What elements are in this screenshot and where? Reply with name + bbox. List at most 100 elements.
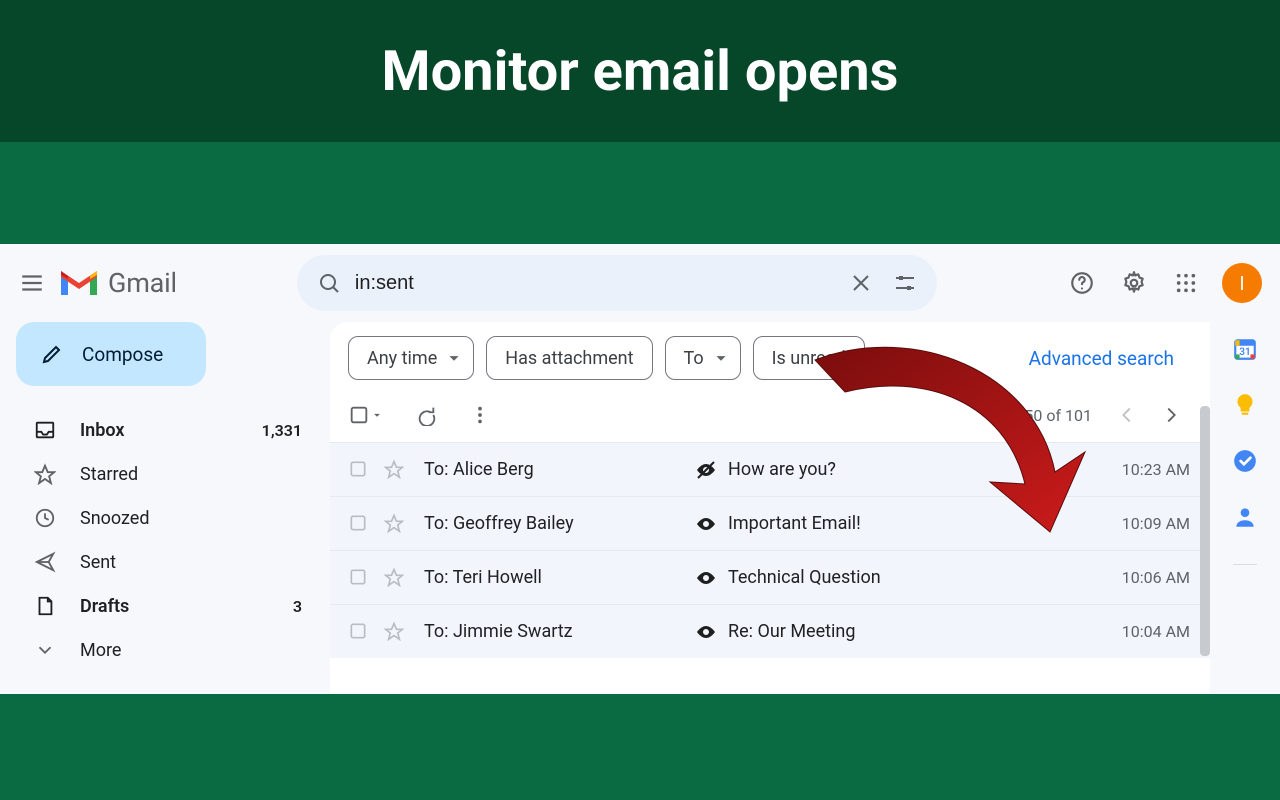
checkbox-icon xyxy=(348,567,368,587)
gmail-logo-icon xyxy=(58,267,100,299)
row-time: 10:06 AM xyxy=(1122,568,1190,587)
close-icon xyxy=(849,271,873,295)
hamburger-icon xyxy=(19,270,45,296)
star-icon xyxy=(384,621,404,641)
search-container xyxy=(297,255,937,311)
mail-row[interactable]: To: Teri Howell Technical Question 10:06… xyxy=(330,550,1210,604)
filter-row: Any time Has attachment To Is unread Adv… xyxy=(330,322,1210,388)
header-right: I xyxy=(1058,259,1262,307)
nav-label: Starred xyxy=(80,464,302,485)
filter-has-attachment[interactable]: Has attachment xyxy=(486,336,652,380)
row-checkbox[interactable] xyxy=(348,513,370,535)
help-icon xyxy=(1069,270,1095,296)
row-checkbox[interactable] xyxy=(348,567,370,589)
checkbox-icon xyxy=(348,621,368,641)
sidebar-item-drafts[interactable]: Drafts 3 xyxy=(10,584,320,628)
sidebar-item-snoozed[interactable]: Snoozed xyxy=(10,496,320,540)
star-icon xyxy=(384,513,404,533)
main-body: Compose Inbox 1,331 Starred Snoozed xyxy=(0,322,1280,694)
nav-label: Drafts xyxy=(80,596,293,617)
promo-gap xyxy=(0,142,1280,244)
keep-app[interactable] xyxy=(1232,392,1258,418)
content-area: Any time Has attachment To Is unread Adv… xyxy=(330,322,1210,694)
refresh-icon xyxy=(415,404,437,426)
sidebar-item-starred[interactable]: Starred xyxy=(10,452,320,496)
opened-icon xyxy=(694,566,722,590)
star-icon xyxy=(34,463,56,485)
nav-label: Inbox xyxy=(80,420,262,441)
advanced-search-link[interactable]: Advanced search xyxy=(1029,347,1192,370)
row-recipient: To: Alice Berg xyxy=(424,459,694,480)
filter-anytime[interactable]: Any time xyxy=(348,336,474,380)
keep-icon xyxy=(1232,392,1258,418)
sidebar-item-more[interactable]: More xyxy=(10,628,320,672)
checkbox-icon xyxy=(348,404,370,426)
rail-divider xyxy=(1233,564,1257,565)
pager-next[interactable] xyxy=(1152,396,1190,434)
mail-row[interactable]: To: Jimmie Swartz Re: Our Meeting 10:04 … xyxy=(330,604,1210,658)
select-all-checkbox[interactable] xyxy=(348,395,392,435)
search-box[interactable] xyxy=(297,255,937,311)
pager-prev[interactable] xyxy=(1108,396,1146,434)
account-avatar[interactable]: I xyxy=(1222,263,1262,303)
pencil-icon xyxy=(40,342,64,366)
mail-row[interactable]: To: Geoffrey Bailey Important Email! 10:… xyxy=(330,496,1210,550)
row-subject: Re: Our Meeting xyxy=(728,621,1122,642)
row-star[interactable] xyxy=(384,513,406,535)
chip-label: Has attachment xyxy=(505,348,633,369)
mail-row[interactable]: To: Alice Berg How are you? 10:23 AM xyxy=(330,442,1210,496)
search-button[interactable] xyxy=(307,261,351,305)
refresh-button[interactable] xyxy=(406,395,446,435)
brand[interactable]: Gmail xyxy=(58,267,177,299)
row-recipient: To: Jimmie Swartz xyxy=(424,621,694,642)
contacts-app[interactable] xyxy=(1232,504,1258,530)
scrollbar-thumb[interactable] xyxy=(1200,406,1210,656)
clear-search-button[interactable] xyxy=(839,261,883,305)
send-icon xyxy=(34,551,56,573)
row-subject: Important Email! xyxy=(728,513,1122,534)
promo-bottom xyxy=(0,694,1280,800)
more-vert-icon xyxy=(469,404,491,426)
gmail-window: Gmail xyxy=(0,244,1280,694)
header-bar: Gmail xyxy=(0,244,1280,322)
row-recipient: To: Geoffrey Bailey xyxy=(424,513,694,534)
filter-to[interactable]: To xyxy=(665,336,741,380)
settings-button[interactable] xyxy=(1110,259,1158,307)
main-menu-button[interactable] xyxy=(8,259,56,307)
search-input[interactable] xyxy=(351,272,839,295)
row-star[interactable] xyxy=(384,621,406,643)
row-star[interactable] xyxy=(384,567,406,589)
row-checkbox[interactable] xyxy=(348,459,370,481)
opened-icon xyxy=(694,512,722,536)
nav-list: Inbox 1,331 Starred Snoozed Sent D xyxy=(10,408,320,672)
chevron-left-icon xyxy=(1116,404,1138,426)
adv-search-label: Advanced search xyxy=(1029,347,1174,370)
checkbox-icon xyxy=(348,459,368,479)
nav-label: Snoozed xyxy=(80,508,302,529)
nav-label: More xyxy=(80,640,302,661)
chevron-right-icon xyxy=(1160,404,1182,426)
search-options-button[interactable] xyxy=(883,261,927,305)
filter-is-unread[interactable]: Is unread xyxy=(753,336,865,380)
support-button[interactable] xyxy=(1058,259,1106,307)
tasks-app[interactable] xyxy=(1232,448,1258,474)
calendar-app[interactable]: 31 xyxy=(1232,336,1258,362)
chip-label: Is unread xyxy=(772,348,846,369)
checkbox-icon xyxy=(348,513,368,533)
promo-title: Monitor email opens xyxy=(382,38,899,104)
row-star[interactable] xyxy=(384,459,406,481)
row-time: 10:04 AM xyxy=(1122,622,1190,641)
row-checkbox[interactable] xyxy=(348,621,370,643)
file-icon xyxy=(34,595,56,617)
chevron-down-icon xyxy=(34,639,56,661)
apps-button[interactable] xyxy=(1162,259,1210,307)
compose-button[interactable]: Compose xyxy=(16,322,206,386)
search-icon xyxy=(317,271,341,295)
sidebar-item-sent[interactable]: Sent xyxy=(10,540,320,584)
row-subject: How are you? xyxy=(728,459,1122,480)
star-icon xyxy=(384,459,404,479)
more-button[interactable] xyxy=(460,395,500,435)
sidebar-item-inbox[interactable]: Inbox 1,331 xyxy=(10,408,320,452)
star-icon xyxy=(384,567,404,587)
opened-icon xyxy=(694,620,722,644)
